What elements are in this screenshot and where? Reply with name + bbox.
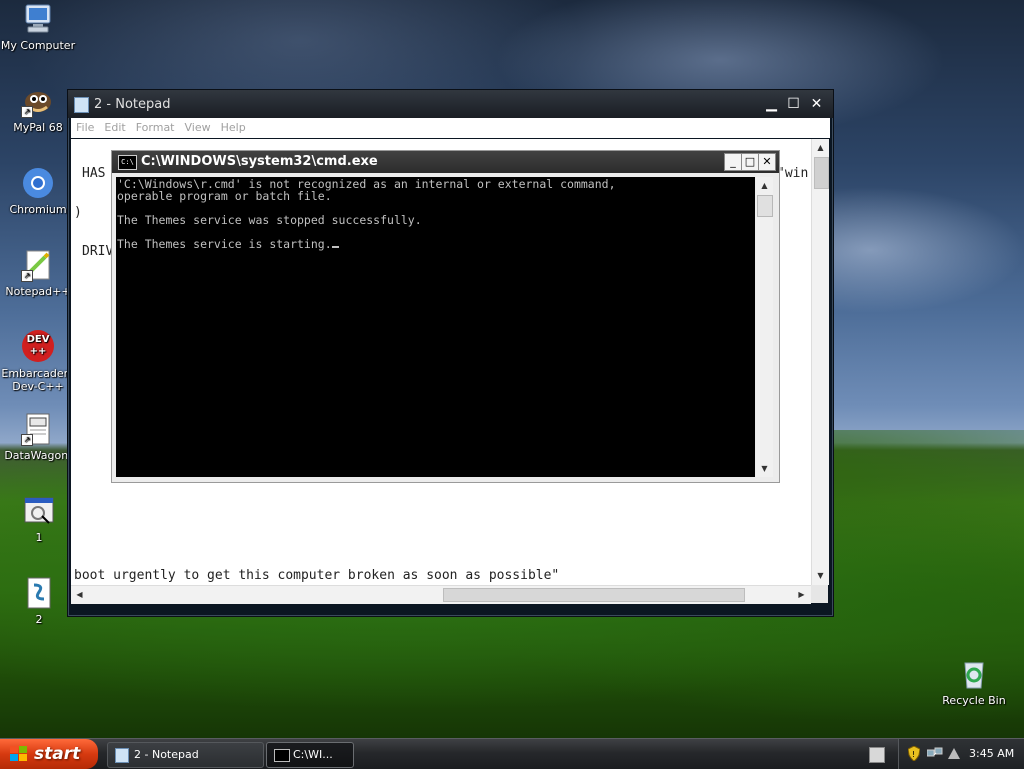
- desktop-icon-datawagon[interactable]: ↗ DataWagon.: [0, 412, 76, 462]
- resize-grip[interactable]: [811, 585, 828, 603]
- desktop-icon-label: Embarcadero Dev-C++: [1, 367, 75, 393]
- tray-app-icon[interactable]: [947, 747, 961, 763]
- recycle-bin-icon: [957, 657, 991, 691]
- devcpp-badge: DEV ++: [22, 330, 54, 362]
- minimize-button[interactable]: ▁: [762, 95, 781, 113]
- text-line-driv: DRIV: [82, 244, 114, 259]
- notepad-vertical-scrollbar[interactable]: ▲ ▼: [811, 139, 829, 585]
- datawagon-icon: ↗: [21, 412, 55, 446]
- notepad-title: 2 - Notepad: [94, 97, 171, 112]
- taskbar-item-cmd[interactable]: C:\WI...: [266, 742, 354, 768]
- cmd-icon: [274, 749, 290, 762]
- cmd-icon: C:\: [118, 155, 137, 170]
- clock[interactable]: 3:45 AM: [969, 747, 1014, 760]
- shortcut-arrow-icon: ↗: [21, 434, 33, 446]
- notepad-menubar: File Edit Format View Help: [71, 118, 830, 138]
- menu-view[interactable]: View: [180, 118, 216, 134]
- desktop-icon-my-computer[interactable]: My Computer: [0, 2, 76, 52]
- menu-file[interactable]: File: [71, 118, 99, 134]
- scroll-up-arrow-icon[interactable]: ▲: [813, 140, 828, 155]
- console-line: The Themes service was stopped successfu…: [117, 213, 422, 227]
- console-line: The Themes service is starting.: [117, 237, 332, 251]
- cmd-vertical-scrollbar[interactable]: ▲ ▼: [756, 177, 773, 477]
- shortcut-arrow-icon: ↗: [21, 270, 33, 282]
- devcpp-icon: DEV ++: [21, 330, 55, 364]
- program-shortcut-icon: [22, 494, 56, 528]
- chromium-icon: [21, 166, 55, 200]
- menu-help[interactable]: Help: [216, 118, 251, 134]
- cmd-minimize-button[interactable]: _: [724, 153, 742, 171]
- scroll-down-arrow-icon[interactable]: ▼: [813, 568, 828, 583]
- desktop-icon-notepadpp[interactable]: ↗ Notepad++: [0, 248, 76, 298]
- desktop-icon-mypal[interactable]: ↗ MyPal 68: [0, 84, 76, 134]
- desktop-icon-label: 1: [35, 531, 43, 544]
- taskbar-item-notepad[interactable]: 2 - Notepad: [107, 742, 264, 768]
- desktop-icon-label: Notepad++: [5, 285, 71, 298]
- horizontal-scroll-thumb[interactable]: [443, 588, 745, 602]
- taskbar: start 2 - Notepad C:\WI... ! 3:45 AM: [0, 738, 1024, 769]
- notepad-titlebar[interactable]: 2 - Notepad ▁ ☐ ✕: [68, 90, 833, 118]
- scroll-thumb[interactable]: [814, 157, 829, 189]
- desktop-icon-recycle-bin[interactable]: Recycle Bin: [936, 657, 1012, 707]
- windows-logo-icon: [10, 746, 28, 762]
- console-line-prompt: The Themes service is starting.: [117, 238, 755, 250]
- desktop-icon-label: My Computer: [0, 39, 76, 52]
- desktop-icon-label: Recycle Bin: [942, 694, 1006, 707]
- cmd-window[interactable]: C:\ C:\WINDOWS\system32\cmd.exe _ □ ✕ 'C…: [111, 150, 780, 483]
- desktop-icon-chromium[interactable]: Chromium: [0, 166, 76, 216]
- cmd-console-output[interactable]: 'C:\Windows\r.cmd' is not recognized as …: [116, 177, 755, 477]
- console-line: operable program or batch file.: [117, 189, 332, 203]
- desktop-icon-devcpp[interactable]: DEV ++ Embarcadero Dev-C++: [0, 330, 76, 393]
- close-button[interactable]: ✕: [807, 95, 826, 113]
- desktop-icon-label: MyPal 68: [13, 121, 63, 134]
- security-shield-icon[interactable]: !: [907, 745, 921, 764]
- scroll-left-arrow-icon[interactable]: ◀: [72, 587, 87, 602]
- cursor: [331, 246, 339, 248]
- maximize-button[interactable]: ☐: [784, 95, 803, 113]
- language-bar-icon[interactable]: [869, 747, 885, 763]
- scroll-up-arrow-icon[interactable]: ▲: [757, 178, 772, 193]
- desktop-icon-label: 2: [35, 613, 43, 626]
- desktop-icon-2[interactable]: 2: [1, 576, 77, 626]
- notepad-horizontal-scrollbar[interactable]: ◀ ▶: [71, 585, 811, 604]
- start-label: start: [34, 744, 81, 764]
- cmd-titlebar[interactable]: C:\ C:\WINDOWS\system32\cmd.exe _ □ ✕: [112, 151, 779, 173]
- taskbar-item-label: C:\WI...: [293, 748, 333, 761]
- notepad-icon: [115, 748, 129, 763]
- shortcut-arrow-icon: ↗: [21, 106, 33, 118]
- network-icon[interactable]: [926, 747, 943, 763]
- scroll-down-arrow-icon[interactable]: ▼: [757, 461, 772, 476]
- desktop-icon-1[interactable]: 1: [1, 494, 77, 544]
- desktop: My Computer ↗ MyPal 68 Chromium ↗ Notepa…: [0, 0, 1024, 738]
- mypal-browser-icon: ↗: [21, 84, 55, 118]
- text-line-has: HAS: [82, 166, 106, 181]
- scroll-right-arrow-icon[interactable]: ▶: [794, 587, 809, 602]
- cmd-title: C:\WINDOWS\system32\cmd.exe: [141, 154, 378, 169]
- computer-icon: [21, 2, 55, 36]
- taskbar-item-label: 2 - Notepad: [134, 748, 199, 761]
- text-line-win: "win: [777, 166, 809, 181]
- system-tray: ! 3:45 AM: [898, 739, 1024, 769]
- notepad-icon: [74, 97, 89, 113]
- text-line-boot: boot urgently to get this computer broke…: [74, 568, 560, 583]
- text-line-paren: ): [74, 205, 82, 220]
- menu-edit[interactable]: Edit: [99, 118, 130, 134]
- menu-format[interactable]: Format: [131, 118, 180, 134]
- script-file-icon: [22, 576, 56, 610]
- cmd-close-button[interactable]: ✕: [758, 153, 776, 171]
- cmd-maximize-button[interactable]: □: [741, 153, 759, 171]
- svg-text:!: !: [912, 750, 915, 759]
- notepadpp-icon: ↗: [21, 248, 55, 282]
- desktop-icon-label: DataWagon.: [4, 449, 72, 462]
- start-button[interactable]: start: [0, 739, 98, 769]
- scroll-thumb[interactable]: [757, 195, 773, 217]
- desktop-icon-label: Chromium: [9, 203, 67, 216]
